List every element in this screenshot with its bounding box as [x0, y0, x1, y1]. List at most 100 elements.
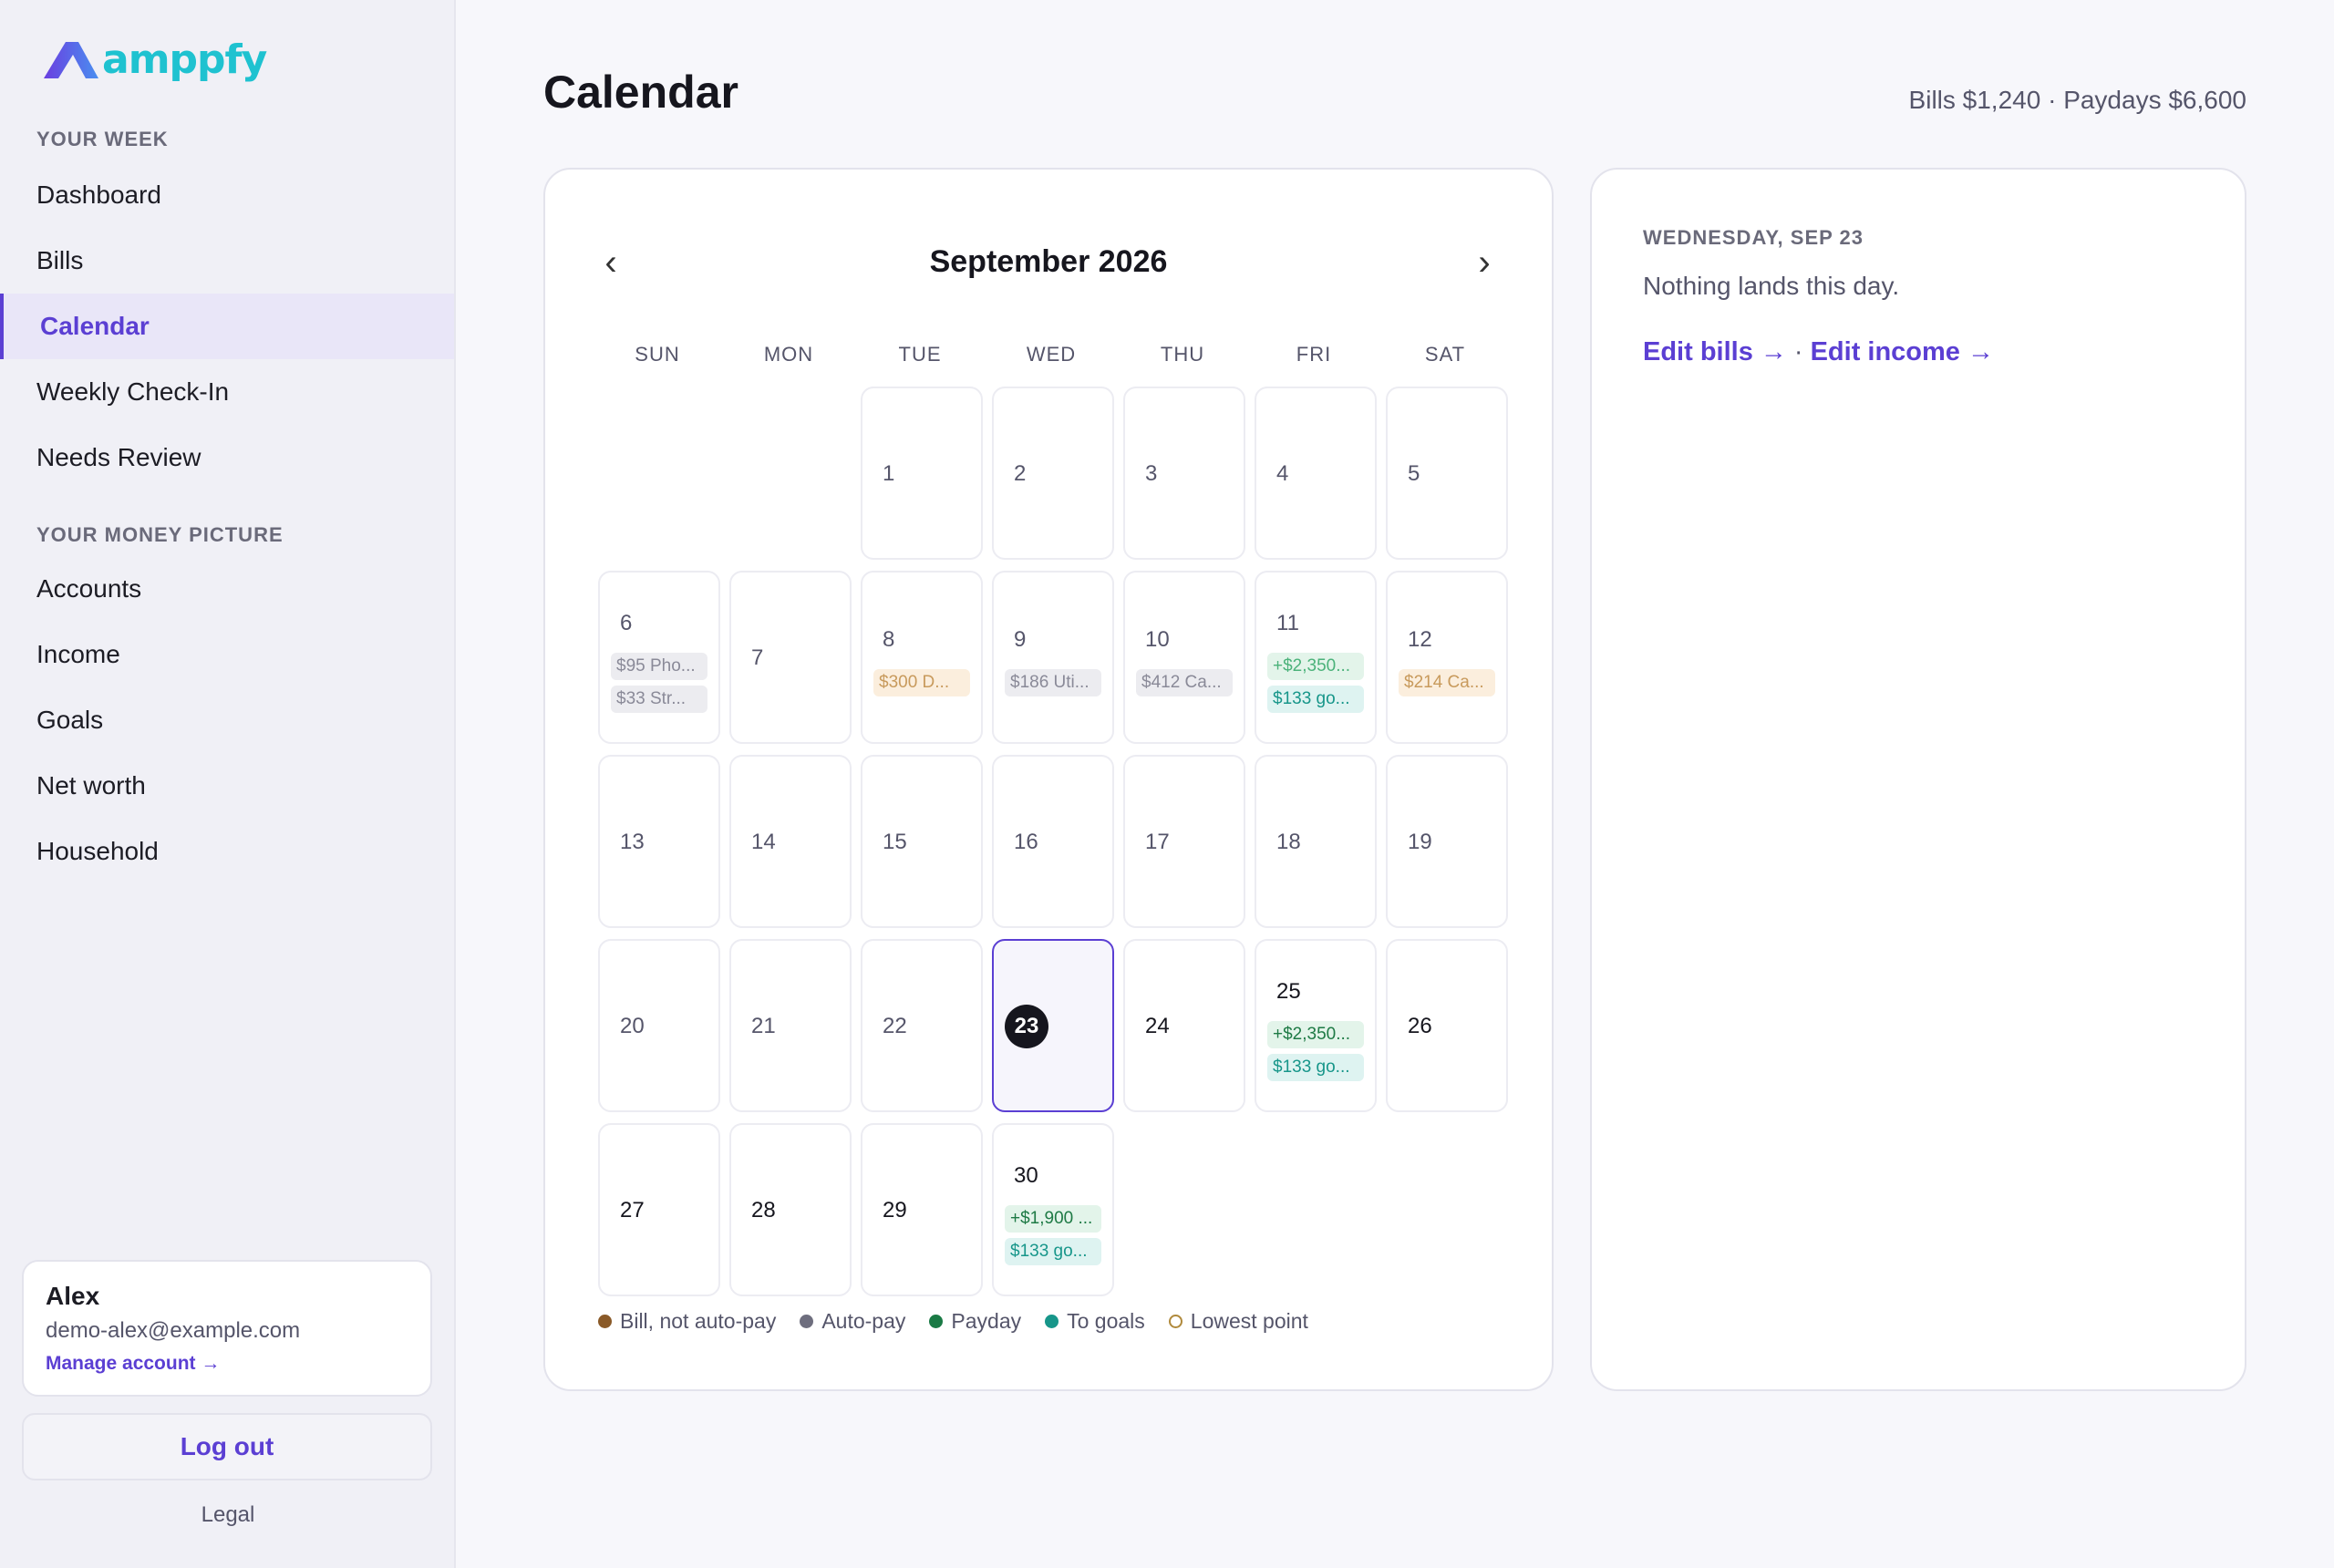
day-detail-message: Nothing lands this day.: [1643, 272, 1900, 300]
day-number: 21: [751, 1014, 776, 1038]
calendar-day[interactable]: 9 $186 Uti...: [992, 571, 1114, 744]
account-email: demo-alex@example.com: [46, 1318, 301, 1343]
nav-item-needs-review[interactable]: Needs Review: [0, 425, 454, 490]
calendar-day[interactable]: 23: [992, 939, 1114, 1112]
day-number: 1: [883, 461, 895, 486]
weekday-label: MON: [763, 343, 814, 366]
day-number: 6: [620, 611, 633, 635]
legal-link[interactable]: Legal: [0, 1502, 456, 1528]
day-number: 3: [1145, 461, 1158, 486]
day-number: 27: [620, 1198, 645, 1222]
calendar-day[interactable]: 29: [861, 1123, 983, 1296]
day-number: 10: [1145, 627, 1170, 652]
nav-item-weekly-check-in[interactable]: Weekly Check-In: [0, 359, 454, 425]
calendar-day[interactable]: 14: [729, 755, 852, 928]
day-events: +$2,350... $133 go...: [1267, 653, 1364, 713]
calendar-day[interactable]: 11 +$2,350... $133 go...: [1255, 571, 1377, 744]
day-number: 2: [1014, 461, 1027, 486]
event-chip-bill[interactable]: $300 D...: [873, 669, 970, 696]
nav-item-accounts[interactable]: Accounts: [0, 556, 454, 622]
calendar-day[interactable]: 10 $412 Ca...: [1123, 571, 1245, 744]
calendar-day[interactable]: 1: [861, 387, 983, 560]
legend-item: Bill, not auto-pay: [598, 1309, 776, 1334]
legend-item: Payday: [929, 1309, 1021, 1334]
day-events: $300 D...: [873, 669, 970, 696]
calendar-day[interactable]: 2: [992, 387, 1114, 560]
calendar-day[interactable]: 5: [1386, 387, 1508, 560]
event-chip-bill[interactable]: $214 Ca...: [1399, 669, 1495, 696]
calendar-day[interactable]: 19: [1386, 755, 1508, 928]
legend-dot-icon: [1045, 1315, 1059, 1328]
calendar-day[interactable]: 6 $95 Pho... $33 Str...: [598, 571, 720, 744]
calendar-day[interactable]: 7: [729, 571, 852, 744]
event-chip-goals[interactable]: $133 go...: [1005, 1238, 1101, 1265]
weekday-label: SUN: [635, 343, 680, 366]
event-chip-auto[interactable]: $186 Uti...: [1005, 669, 1101, 696]
calendar-day[interactable]: 28: [729, 1123, 852, 1296]
nav-item-calendar[interactable]: Calendar: [0, 294, 454, 359]
calendar-day[interactable]: 22: [861, 939, 983, 1112]
calendar-day[interactable]: 17: [1123, 755, 1245, 928]
nav-item-dashboard[interactable]: Dashboard: [0, 162, 454, 228]
legend-label: Bill, not auto-pay: [620, 1309, 777, 1333]
calendar-day[interactable]: 8 $300 D...: [861, 571, 983, 744]
day-number: 18: [1276, 830, 1301, 854]
day-number: 22: [883, 1014, 907, 1038]
legend-item: Auto-pay: [800, 1309, 905, 1334]
calendar-day[interactable]: 20: [598, 939, 720, 1112]
event-chip-payday[interactable]: +$2,350...: [1267, 653, 1364, 680]
calendar-day[interactable]: 27: [598, 1123, 720, 1296]
legend-dot-icon: [929, 1315, 944, 1328]
calendar-day[interactable]: 3: [1123, 387, 1245, 560]
manage-account-link[interactable]: Manage account →: [46, 1353, 408, 1375]
calendar-day[interactable]: 13: [598, 755, 720, 928]
weekday-label: TUE: [898, 343, 942, 366]
day-events: $95 Pho... $33 Str...: [611, 653, 707, 713]
edit-income-link[interactable]: Edit income →: [1811, 337, 1994, 367]
nav-section-your-week: YOUR WEEK: [36, 128, 169, 150]
day-events: $412 Ca...: [1136, 669, 1233, 696]
calendar-day[interactable]: 30 +$1,900 ... $133 go...: [992, 1123, 1114, 1296]
day-detail-card: WEDNESDAY, SEP 23 Nothing lands this day…: [1590, 168, 2246, 1391]
day-number: 29: [883, 1198, 907, 1222]
day-number: 9: [1014, 627, 1027, 652]
day-number: 16: [1014, 830, 1038, 854]
day-number: 7: [751, 645, 764, 670]
calendar-day[interactable]: 21: [729, 939, 852, 1112]
nav-item-net-worth[interactable]: Net worth: [0, 753, 454, 819]
event-chip-auto[interactable]: $95 Pho...: [611, 653, 707, 680]
calendar-card: ‹ September 2026 › SUN MON TUE WED THU FRI SAT…: [543, 168, 1554, 1391]
calendar-day[interactable]: 26: [1386, 939, 1508, 1112]
event-chip-auto[interactable]: $33 Str...: [611, 686, 707, 713]
nav-item-household[interactable]: Household: [0, 819, 454, 884]
calendar-day[interactable]: 15: [861, 755, 983, 928]
detail-links: Edit bills → · Edit income →: [1643, 337, 1994, 367]
amppfy-logo-icon: [44, 42, 98, 78]
calendar-day[interactable]: 16: [992, 755, 1114, 928]
event-chip-goals[interactable]: $133 go...: [1267, 686, 1364, 713]
event-chip-payday[interactable]: +$2,350...: [1267, 1021, 1364, 1048]
day-number: 25: [1276, 979, 1301, 1004]
calendar-day[interactable]: 12 $214 Ca...: [1386, 571, 1508, 744]
day-events: +$2,350... $133 go...: [1267, 1021, 1364, 1081]
calendar-day[interactable]: 18: [1255, 755, 1377, 928]
day-number: 15: [883, 830, 907, 854]
day-number: 19: [1408, 830, 1432, 854]
nav-item-income[interactable]: Income: [0, 622, 454, 687]
weekday-label: FRI: [1296, 343, 1332, 366]
edit-bills-link[interactable]: Edit bills →: [1643, 337, 1787, 367]
event-chip-goals[interactable]: $133 go...: [1267, 1054, 1364, 1081]
calendar-day[interactable]: 24: [1123, 939, 1245, 1112]
event-chip-payday[interactable]: +$1,900 ...: [1005, 1205, 1101, 1233]
logout-button[interactable]: Log out: [22, 1413, 432, 1480]
legend-label: Auto-pay: [821, 1309, 906, 1333]
calendar-day[interactable]: 25 +$2,350... $133 go...: [1255, 939, 1377, 1112]
brand-logo[interactable]: amppfy: [42, 40, 267, 80]
legend-item: Lowest point: [1168, 1309, 1308, 1334]
next-month-button[interactable]: ›: [1466, 244, 1503, 281]
nav-item-bills[interactable]: Bills: [0, 228, 454, 294]
event-chip-auto[interactable]: $412 Ca...: [1136, 669, 1233, 696]
nav-item-goals[interactable]: Goals: [0, 687, 454, 753]
legend-dot-icon: [598, 1315, 612, 1328]
calendar-day[interactable]: 4: [1255, 387, 1377, 560]
